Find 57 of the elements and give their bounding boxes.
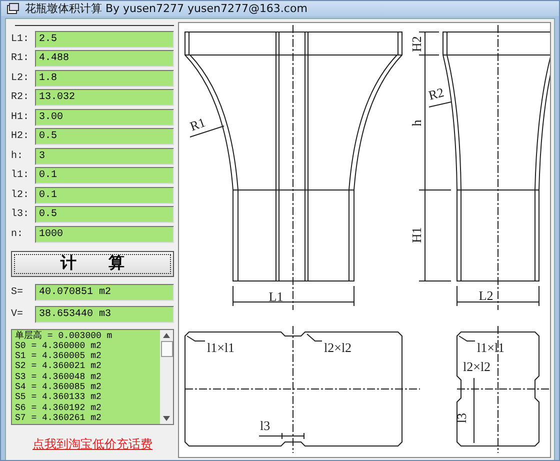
dimension-label: l3 (454, 412, 469, 424)
list-item: S1 = 4.360005 m2 (15, 351, 102, 362)
result-field[interactable]: 40.070851 m2 (35, 284, 174, 302)
dimension-label: l3 (260, 418, 270, 433)
calculate-button[interactable]: 计 算 (11, 250, 174, 276)
scroll-thumb[interactable] (160, 340, 172, 356)
scrollbar[interactable] (160, 330, 173, 424)
field-label: h: (11, 150, 24, 162)
scroll-up-icon[interactable] (163, 332, 170, 338)
field-label: R1: (11, 53, 30, 64)
result-label: V= (11, 308, 24, 320)
window-title: 花瓶墩体积计算 By yusen7277 yusen7277@163.com (25, 1, 308, 16)
field-label: l1: (11, 170, 30, 182)
input-field[interactable]: 3.00 (35, 108, 174, 126)
list-item: S7 = 4.360261 m2 (15, 412, 102, 424)
promo-link[interactable]: 点我到淘宝低价充话费 (11, 436, 174, 452)
dimension-label: L1 (268, 289, 284, 304)
dimension-label: L2 (478, 288, 494, 303)
list-item: S3 = 4.360048 m2 (15, 372, 102, 382)
dimension-label: l2×l2 (463, 359, 491, 374)
input-field[interactable]: 1.8 (35, 70, 174, 87)
field-label: l2: (11, 190, 30, 201)
field-label: l3: (11, 209, 30, 220)
field-label: L1: (11, 34, 30, 45)
list-item: S0 = 4.360000 m2 (15, 340, 102, 352)
dimension-label: h (409, 120, 424, 126)
dimension-label: l2×l2 (324, 340, 352, 355)
field-label: H2: (11, 131, 30, 142)
field-label: R2: (11, 92, 30, 104)
list-item: 单层高 = 0.003000 m (15, 330, 114, 341)
dimension-label: H2 (409, 36, 424, 52)
field-label: H1: (11, 112, 30, 123)
input-field[interactable]: 4.488 (35, 50, 174, 68)
list-item: S4 = 4.360085 m2 (15, 382, 102, 392)
dimension-label: H1 (409, 227, 424, 243)
field-label: n: (11, 228, 24, 240)
input-field[interactable]: 0.1 (35, 167, 174, 184)
input-field[interactable]: 0.5 (35, 206, 174, 224)
list-item: S2 = 4.360021 m2 (15, 361, 102, 372)
input-field[interactable]: 0.5 (35, 128, 174, 146)
input-field[interactable]: 3 (35, 148, 174, 165)
dimension-label: R1 (188, 114, 208, 134)
input-field[interactable]: 1000 (35, 226, 174, 243)
output-list[interactable]: 单层高 = 0.003000 m S0 = 4.360000 m2 S1 = 4.360005 m2 S2 = 4.360021 m2 S3 = 4.360048 m2 S4 = 4.360085 m2 S5 = 4.360133 m2 S6 = 4.360192 m2 S7 = 4.360261 m2 (11, 328, 174, 424)
list-item: S5 = 4.360133 m2 (15, 392, 102, 403)
window-icon (7, 3, 19, 14)
input-field[interactable]: 2.5 (35, 30, 174, 48)
input-field[interactable]: 13.032 (35, 89, 174, 106)
scroll-down-icon[interactable] (163, 416, 170, 420)
dimension-label: l1×l1 (477, 340, 505, 355)
result-label: S= (11, 287, 24, 298)
dimension-label: l1×l1 (207, 340, 235, 355)
dimension-label: R2 (426, 84, 446, 103)
list-item: S6 = 4.360192 m2 (15, 402, 102, 413)
field-label: L2: (11, 72, 30, 84)
result-field[interactable]: 38.653440 m3 (35, 306, 174, 323)
input-field[interactable]: 0.1 (35, 186, 174, 204)
